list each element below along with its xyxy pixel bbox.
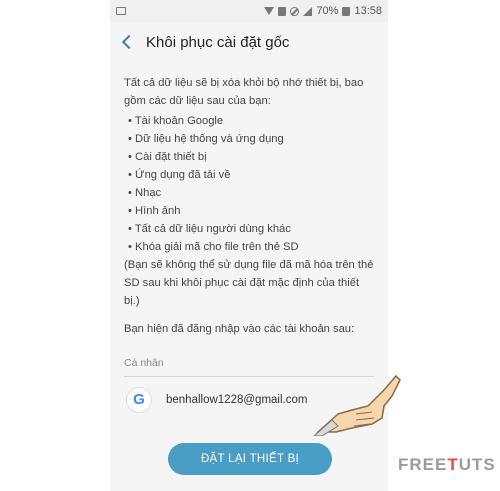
sd-card-note: (Bạn sẽ không thể sử dụng file đã mã hóa… [124, 259, 374, 307]
list-item: Dữ liệu hệ thống và ứng dụng [124, 130, 374, 148]
screenshot-stage: 70% 13:58 Khôi phục cài đặt gốc Tất cả d… [0, 0, 500, 491]
account-email: benhallow1228@gmail.com [166, 394, 308, 406]
clock: 13:58 [354, 5, 382, 17]
list-item: Tất cả dữ liệu người dùng khác [124, 220, 374, 238]
signal-icon [303, 6, 313, 16]
watermark-accent: T [447, 455, 459, 474]
watermark-part: UTS [458, 455, 496, 474]
freetuts-watermark: FREETUTS [398, 455, 496, 475]
back-arrow-icon[interactable] [118, 33, 136, 51]
list-item: Cài đặt thiết bị [124, 148, 374, 166]
pointing-hand-icon [313, 374, 401, 436]
wifi-icon [264, 7, 275, 15]
reset-device-button[interactable]: ĐẶT LẠI THIẾT BỊ [168, 443, 332, 475]
list-item: Khóa giải mã cho file trên thẻ SD [124, 238, 374, 256]
google-icon: G [126, 387, 152, 413]
list-item: Tài khoản Google [124, 112, 374, 130]
battery-icon [342, 6, 351, 16]
sim-icon [278, 6, 287, 16]
intro-text: Tất cả dữ liệu sẽ bị xóa khỏi bộ nhớ thi… [124, 77, 364, 107]
mute-icon [290, 6, 300, 16]
watermark-part: FREE [398, 455, 448, 474]
battery-level: 70% [316, 5, 339, 17]
list-item: Nhạc [124, 184, 374, 202]
page-title: Khôi phục cài đặt gốc [146, 33, 290, 51]
data-list: Tài khoản Google Dữ liệu hệ thống và ứng… [124, 112, 374, 256]
signed-in-text: Bạn hiện đã đăng nhập vào các tài khoản … [124, 323, 355, 335]
gallery-notification-icon [116, 7, 126, 15]
list-item: Ứng dụng đã tải về [124, 166, 374, 184]
app-bar: Khôi phục cài đặt gốc [110, 22, 388, 62]
list-item: Hình ảnh [124, 202, 374, 220]
status-bar: 70% 13:58 [110, 0, 388, 22]
